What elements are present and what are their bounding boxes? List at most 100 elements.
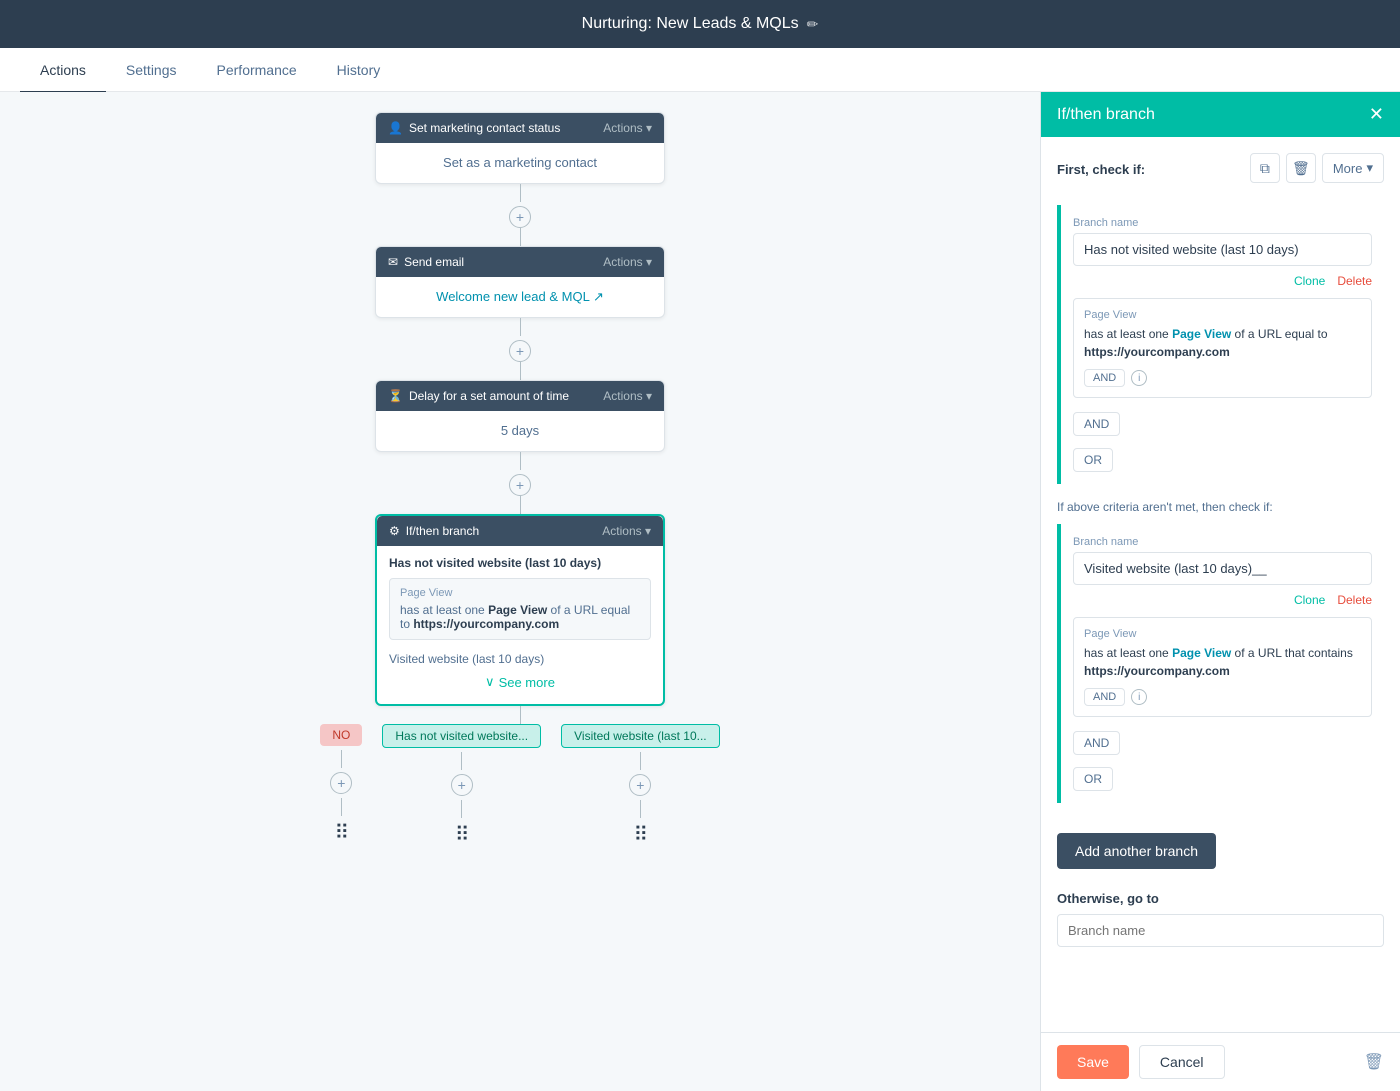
edit-icon[interactable]: ✏ <box>807 16 819 33</box>
branch1-name-input[interactable] <box>1073 233 1372 266</box>
and-tag-1[interactable]: AND <box>1084 369 1125 387</box>
and-btn-1[interactable]: AND <box>1073 412 1120 436</box>
node-set-marketing-text: Set as a marketing contact <box>443 155 597 170</box>
info-icon-1[interactable]: i <box>1131 370 1147 386</box>
branch2-delete[interactable]: Delete <box>1337 593 1372 607</box>
panel-toolbar: ⧉ 🗑 More ▾ <box>1250 153 1384 183</box>
workflow-title: Nurturing: New Leads & MQLs ✏ <box>582 15 819 33</box>
add-step-3[interactable]: + <box>509 474 531 496</box>
delay-icon: ⏳ <box>388 389 403 403</box>
add-not-visited-branch[interactable]: + <box>451 774 473 796</box>
copy-icon: ⧉ <box>1260 160 1270 177</box>
branch-section-1: Branch name Clone Delete Page View has a… <box>1057 205 1384 484</box>
delete-icon[interactable]: 🗑 <box>1364 1052 1384 1072</box>
node-delay-text: 5 days <box>501 423 539 438</box>
workflow-column: 👤 Set marketing contact status Actions ▾… <box>230 112 810 847</box>
email-link[interactable]: Welcome new lead & MQL ↗ <box>388 289 652 305</box>
more-chevron-icon: ▾ <box>1366 160 1373 176</box>
branch-not-visited-tag[interactable]: Has not visited website... <box>382 724 541 748</box>
node-send-email-title: Send email <box>404 255 464 269</box>
branch1-clone[interactable]: Clone <box>1294 274 1325 288</box>
otherwise-input[interactable] <box>1057 914 1384 947</box>
first-check-label: First, check if: <box>1057 162 1145 177</box>
branch2-name-input[interactable] <box>1073 552 1372 585</box>
node-delay-actions[interactable]: Actions ▾ <box>603 389 652 403</box>
info-icon-2[interactable]: i <box>1131 689 1147 705</box>
add-no-branch[interactable]: + <box>330 772 352 794</box>
see-more-text: See more <box>499 675 555 690</box>
connector-2: + <box>509 318 531 380</box>
node-send-email-body: Welcome new lead & MQL ↗ <box>376 277 664 317</box>
add-branch-button[interactable]: Add another branch <box>1057 833 1216 869</box>
tab-settings[interactable]: Settings <box>106 49 197 93</box>
branch-no: NO + ⠿ <box>320 724 362 845</box>
condition-link-1[interactable]: Page View <box>1172 327 1231 341</box>
node-if-then-body: Has not visited website (last 10 days) P… <box>377 546 663 704</box>
condition-footer-2: AND i <box>1084 688 1361 706</box>
save-button[interactable]: Save <box>1057 1045 1129 1079</box>
condition-text-1: has at least one Page View of a URL equa… <box>1084 325 1361 361</box>
see-more-btn[interactable]: ∨ See more <box>389 670 651 694</box>
tab-history[interactable]: History <box>317 49 401 93</box>
condition-text2a: has at least one <box>1084 646 1172 660</box>
first-check-row: First, check if: ⧉ 🗑 More ▾ <box>1057 153 1384 195</box>
and-btn-2[interactable]: AND <box>1073 731 1120 755</box>
more-label: More <box>1333 161 1363 176</box>
copy-btn[interactable]: ⧉ <box>1250 153 1280 183</box>
condition-link-2[interactable]: Page View <box>1172 646 1231 660</box>
condition-url-1: https://yourcompany.com <box>1084 345 1230 359</box>
condition-text-2: has at least one Page View of a URL that… <box>1084 644 1361 680</box>
or-btn-2[interactable]: OR <box>1073 767 1113 791</box>
bottom-branches: NO + ⠿ Has not visited website... + ⠿ Vi… <box>320 724 719 847</box>
more-btn[interactable]: More ▾ <box>1322 153 1384 183</box>
trash-btn[interactable]: 🗑 <box>1286 153 1316 183</box>
panel-close-icon[interactable]: ✕ <box>1369 104 1384 125</box>
node-delay-header: ⏳ Delay for a set amount of time Actions… <box>376 381 664 411</box>
node-set-marketing-title: Set marketing contact status <box>409 121 560 135</box>
cancel-button[interactable]: Cancel <box>1139 1045 1225 1079</box>
add-visited-branch[interactable]: + <box>629 774 651 796</box>
branch1-delete[interactable]: Delete <box>1337 274 1372 288</box>
condition-text2b: of a URL that contains <box>1231 646 1353 660</box>
condition-footer-1: AND i <box>1084 369 1361 387</box>
page-view-label: Page View <box>400 587 640 599</box>
branch-section-2: Branch name Clone Delete Page View has a… <box>1057 524 1384 803</box>
condition-text: has at least one Page View of a URL equa… <box>400 603 640 631</box>
node-set-marketing-actions[interactable]: Actions ▾ <box>603 121 652 135</box>
trash-icon-toolbar: 🗑 <box>1292 160 1310 177</box>
panel-footer: Save Cancel 🗑 <box>1041 1032 1400 1091</box>
branch-visited: Visited website (last 10... + ⠿ <box>561 724 720 847</box>
tab-actions[interactable]: Actions <box>20 49 106 93</box>
otherwise-label: Otherwise, go to <box>1057 891 1384 906</box>
add-step-2[interactable]: + <box>509 340 531 362</box>
branch-icon: ⚙ <box>389 524 400 538</box>
right-panel: If/then branch ✕ First, check if: ⧉ 🗑 Mo… <box>1040 92 1400 1091</box>
email-icon: ✉ <box>388 255 398 269</box>
tab-performance[interactable]: Performance <box>197 49 317 93</box>
add-step-1[interactable]: + <box>509 206 531 228</box>
node-send-email-actions[interactable]: Actions ▾ <box>603 255 652 269</box>
drag-not-visited: ⠿ <box>455 822 469 847</box>
and-tag-2[interactable]: AND <box>1084 688 1125 706</box>
branch2-clone[interactable]: Clone <box>1294 593 1325 607</box>
node-delay: ⏳ Delay for a set amount of time Actions… <box>375 380 665 452</box>
drag-visited: ⠿ <box>634 822 648 847</box>
condition-type-1: Page View <box>1084 309 1361 321</box>
node-if-then-actions[interactable]: Actions ▾ <box>602 524 651 538</box>
node-if-then-header: ⚙ If/then branch Actions ▾ <box>377 516 663 546</box>
main-layout: 👤 Set marketing contact status Actions ▾… <box>0 92 1400 1091</box>
otherwise-section: Otherwise, go to <box>1057 891 1384 947</box>
second-check-label: If above criteria aren't met, then check… <box>1057 500 1384 514</box>
condition-card-1: Page View has at least one Page View of … <box>1073 298 1372 398</box>
branch-no-tag[interactable]: NO <box>320 724 362 746</box>
branch-condition-card: Page View has at least one Page View of … <box>389 578 651 640</box>
title-text: Nurturing: New Leads & MQLs <box>582 15 799 33</box>
email-link-text: Welcome new lead & MQL ↗ <box>436 289 604 305</box>
panel-title: If/then branch <box>1057 106 1155 124</box>
branch-visited-tag[interactable]: Visited website (last 10... <box>561 724 720 748</box>
condition-url-2: https://yourcompany.com <box>1084 664 1230 678</box>
or-btn-1[interactable]: OR <box>1073 448 1113 472</box>
panel-header: If/then branch ✕ <box>1041 92 1400 137</box>
condition-text1a: has at least one <box>1084 327 1172 341</box>
top-bar: Nurturing: New Leads & MQLs ✏ <box>0 0 1400 48</box>
